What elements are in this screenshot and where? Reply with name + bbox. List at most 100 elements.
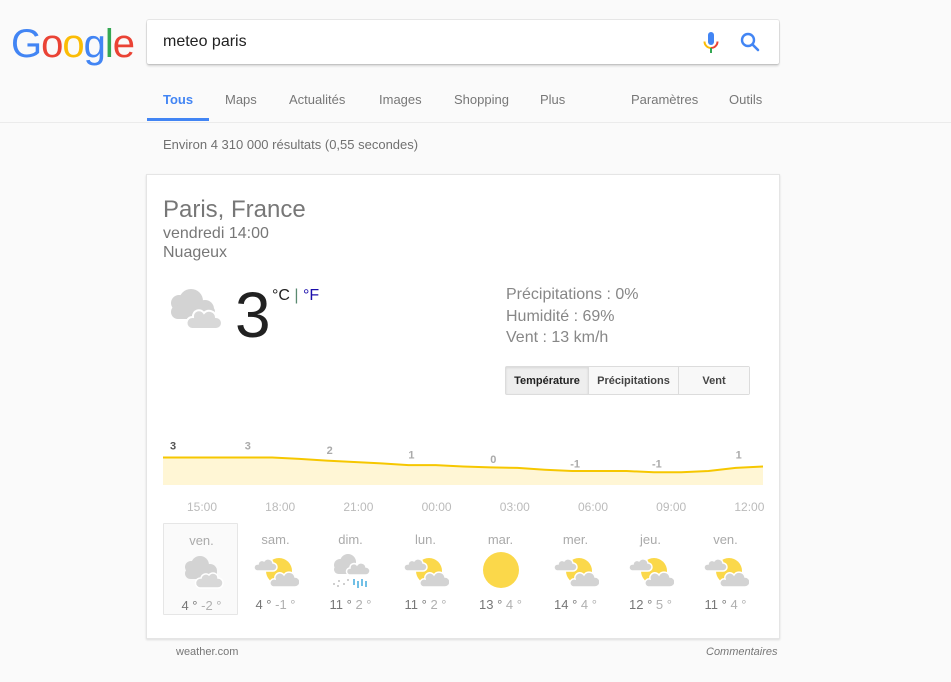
weather-condition: Nuageux xyxy=(163,244,228,261)
day-temperatures: 4 ° -2 ° xyxy=(164,598,239,613)
temp-min: 2 ° xyxy=(430,597,447,612)
weather-location: Paris, France xyxy=(163,196,306,223)
day-temperatures: 11 ° 4 ° xyxy=(688,597,763,612)
temp-min: 4 ° xyxy=(505,597,522,612)
chart-x-tick-label: 06:00 xyxy=(578,500,608,514)
wind-detail: Vent : 13 km/h xyxy=(506,329,609,346)
temp-max: 14 ° xyxy=(554,597,578,612)
chart-value-label: 2 xyxy=(327,445,333,457)
day-name: mar. xyxy=(487,532,514,547)
day-name: ven. xyxy=(713,532,738,547)
chart-x-tick-label: 03:00 xyxy=(500,500,530,514)
temp-min: 2 ° xyxy=(355,597,372,612)
weather-datetime: vendredi 14:00 xyxy=(163,225,269,242)
forecast-day[interactable]: ven. 4 ° -2 ° xyxy=(163,523,238,615)
forecast-day[interactable]: ven. 11 ° 4 ° xyxy=(688,523,763,615)
chart-value-label: 1 xyxy=(736,450,742,462)
active-tab-indicator xyxy=(147,118,209,121)
forecast-day[interactable]: jeu. 12 ° 5 ° xyxy=(613,523,688,615)
weather-card: Paris, France vendredi 14:00 Nuageux 3 °… xyxy=(146,174,780,639)
google-logo[interactable]: Google xyxy=(11,22,135,66)
unit-celsius[interactable]: °C xyxy=(272,287,290,304)
unit-switcher: °C | °F xyxy=(272,287,319,305)
day-temperatures: 11 ° 2 ° xyxy=(388,597,463,612)
temp-max: 13 ° xyxy=(479,597,503,612)
temp-min: 4 ° xyxy=(580,597,597,612)
chart-value-label: 0 xyxy=(490,454,496,466)
unit-fahrenheit[interactable]: °F xyxy=(303,287,319,304)
cloudy-icon xyxy=(171,289,223,330)
day-name: sam. xyxy=(261,532,290,547)
logo-letter: o xyxy=(41,22,63,66)
tab-images[interactable]: Images xyxy=(379,92,422,107)
temperature-chart-svg: 3 3 2 1 0 -1 -1 1 15:00 18:00 21:00 00:00 03:00 06:00… xyxy=(163,441,765,514)
search-tabs: Tous Maps Actualités Images Shopping Plu… xyxy=(147,82,947,123)
partly-cloudy-icon xyxy=(253,558,299,588)
chart-x-tick-label: 18:00 xyxy=(265,500,295,514)
forecast-day[interactable]: dim. 11 ° 2 ° xyxy=(313,523,388,615)
temp-min: -1 ° xyxy=(275,597,296,612)
logo-letter: o xyxy=(62,22,84,66)
partly-cloudy-icon xyxy=(553,558,599,588)
tab-parametres[interactable]: Paramètres xyxy=(631,92,698,107)
chart-tab-precipitation[interactable]: Précipitations xyxy=(589,367,679,394)
chart-area xyxy=(163,457,763,485)
chart-value-label: 3 xyxy=(245,441,251,453)
chart-value-label: -1 xyxy=(570,459,580,471)
forecast-day[interactable]: mer. 14 ° 4 ° xyxy=(538,523,613,615)
temp-max: 11 ° xyxy=(329,597,352,612)
temp-min: 5 ° xyxy=(655,597,672,612)
chart-x-tick-label: 09:00 xyxy=(656,500,686,514)
partly-cloudy-icon xyxy=(703,558,749,588)
result-stats: Environ 4 310 000 résultats (0,55 second… xyxy=(163,137,419,152)
header: Google Tous Maps Actualités Images Shopp… xyxy=(0,0,951,123)
day-name: lun. xyxy=(415,532,436,547)
day-temperatures: 12 ° 5 ° xyxy=(613,597,688,612)
daily-forecast: ven. 4 ° -2 ° sam. 4 ° -1 ° dim. 11 ° 2 ° lun.… xyxy=(163,523,763,615)
feedback-link[interactable]: Commentaires xyxy=(706,646,778,658)
chart-tabs: Température Précipitations Vent xyxy=(505,366,750,395)
search-icon[interactable] xyxy=(739,31,761,53)
cloudy-icon xyxy=(185,556,224,589)
chart-value-label: 1 xyxy=(408,450,414,462)
chart-x-tick-label: 12:00 xyxy=(734,500,764,514)
tab-maps[interactable]: Maps xyxy=(225,92,257,107)
precipitation-detail: Précipitations : 0% xyxy=(506,286,639,303)
forecast-day[interactable]: lun. 11 ° 2 ° xyxy=(388,523,463,615)
logo-letter: l xyxy=(104,22,114,66)
chart-tab-temperature[interactable]: Température xyxy=(506,367,589,394)
logo-letter: e xyxy=(112,22,135,66)
chart-value-label: -1 xyxy=(652,459,662,471)
humidity-detail: Humidité : 69% xyxy=(506,307,615,325)
chart-tab-wind[interactable]: Vent xyxy=(679,367,749,394)
day-name: jeu. xyxy=(640,532,661,547)
unit-separator: | xyxy=(289,287,303,304)
forecast-day[interactable]: sam. 4 ° -1 ° xyxy=(238,523,313,615)
tab-actualites[interactable]: Actualités xyxy=(289,92,345,107)
temp-max: 11 ° xyxy=(404,597,427,612)
current-temperature: 3 xyxy=(235,279,271,351)
temperature-chart: 3 3 2 1 0 -1 -1 1 15:00 18:00 21:00 00:00 03:00 06:00… xyxy=(163,437,765,517)
day-name: dim. xyxy=(338,532,363,547)
temp-max: 4 ° xyxy=(181,598,198,613)
day-temperatures: 13 ° 4 ° xyxy=(463,597,538,612)
tab-outils[interactable]: Outils xyxy=(729,92,762,107)
search-input[interactable] xyxy=(163,20,683,64)
tab-shopping[interactable]: Shopping xyxy=(454,92,509,107)
search-box xyxy=(147,20,779,64)
chart-value-label: 3 xyxy=(170,441,176,453)
temp-min: 4 ° xyxy=(730,597,747,612)
logo-letter: g xyxy=(83,22,106,66)
tab-tous[interactable]: Tous xyxy=(163,92,193,107)
forecast-day[interactable]: mar. 13 ° 4 ° xyxy=(463,523,538,615)
chart-x-tick-label: 00:00 xyxy=(422,500,452,514)
weather-source-link[interactable]: weather.com xyxy=(176,646,238,658)
sunny-icon xyxy=(483,552,519,588)
partly-cloudy-icon xyxy=(403,558,449,588)
tab-plus[interactable]: Plus xyxy=(540,92,565,107)
day-name: mer. xyxy=(562,532,589,547)
rain-snow-icon xyxy=(333,554,371,588)
mic-icon[interactable] xyxy=(701,31,721,55)
temp-max: 11 ° xyxy=(704,597,727,612)
partly-cloudy-icon xyxy=(628,558,674,588)
